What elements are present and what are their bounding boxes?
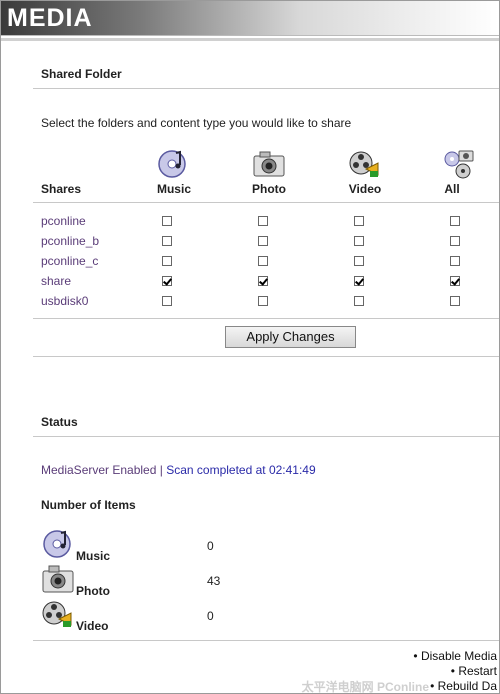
- film-reel-icon: [42, 601, 72, 627]
- share-name: pconline_b: [41, 234, 100, 248]
- camera-icon: [253, 151, 285, 177]
- all-media-icon: [444, 150, 474, 179]
- divider: [33, 88, 499, 89]
- server-state: MediaServer Enabled: [41, 463, 157, 477]
- watermark: 太平洋电脑网 PConline: [301, 680, 429, 694]
- rebuild-database-link[interactable]: • Rebuild Da: [430, 679, 497, 693]
- items-photo-count: 43: [207, 574, 221, 588]
- disable-media-link[interactable]: • Disable Media: [413, 649, 497, 663]
- column-music: Music: [156, 182, 191, 196]
- items-video-count: 0: [207, 609, 214, 623]
- share-checkbox-video[interactable]: [354, 236, 364, 246]
- share-checkbox-photo[interactable]: [258, 236, 268, 246]
- share-name: pconline_c: [41, 254, 99, 268]
- share-checkbox-all[interactable]: [450, 296, 460, 306]
- share-checkbox-video[interactable]: [354, 216, 364, 226]
- items-heading: Number of Items: [41, 498, 136, 512]
- share-name: share: [41, 274, 72, 288]
- share-checkbox-video[interactable]: [354, 276, 364, 286]
- column-video: Video: [348, 182, 382, 196]
- share-checkbox-all[interactable]: [450, 216, 460, 226]
- shared-folder-heading: Shared Folder: [41, 67, 122, 81]
- share-checkbox-photo[interactable]: [258, 256, 268, 266]
- share-checkbox-all[interactable]: [450, 236, 460, 246]
- apply-changes-button[interactable]: Apply Changes: [225, 326, 356, 348]
- share-checkbox-music[interactable]: [162, 276, 172, 286]
- items-photo-label: Photo: [76, 584, 110, 598]
- camera-icon: [42, 565, 74, 593]
- page-header: MEDIA: [1, 1, 499, 36]
- divider: [33, 640, 499, 641]
- status-line: MediaServer Enabled | Scan completed at …: [41, 463, 316, 477]
- share-checkbox-music[interactable]: [162, 256, 172, 266]
- items-music-count: 0: [207, 539, 214, 553]
- divider: [33, 202, 499, 203]
- share-checkbox-photo[interactable]: [258, 296, 268, 306]
- media-page: MEDIA Shared Folder Select the folders a…: [0, 0, 500, 694]
- status-heading: Status: [41, 415, 78, 429]
- share-name: pconline: [41, 214, 86, 228]
- header-underline: [1, 38, 499, 41]
- share-checkbox-video[interactable]: [354, 296, 364, 306]
- share-instruction: Select the folders and content type you …: [41, 116, 352, 130]
- divider: [33, 436, 499, 437]
- shares-column-label: Shares: [41, 182, 82, 196]
- divider: [33, 356, 499, 357]
- share-checkbox-photo[interactable]: [258, 276, 268, 286]
- restart-link[interactable]: • Restart: [451, 664, 497, 678]
- share-checkbox-photo[interactable]: [258, 216, 268, 226]
- share-checkbox-music[interactable]: [162, 216, 172, 226]
- column-all: All: [444, 182, 460, 196]
- items-music-label: Music: [76, 549, 111, 563]
- share-checkbox-music[interactable]: [162, 236, 172, 246]
- status-separator: |: [159, 463, 163, 477]
- music-cd-icon: [158, 150, 186, 178]
- share-checkbox-all[interactable]: [450, 256, 460, 266]
- share-checkbox-all[interactable]: [450, 276, 460, 286]
- film-reel-icon: [349, 151, 379, 177]
- column-photo: Photo: [252, 182, 286, 196]
- share-name: usbdisk0: [41, 294, 89, 308]
- music-cd-icon: [43, 530, 71, 558]
- divider: [33, 318, 499, 319]
- page-title: MEDIA: [7, 4, 93, 32]
- share-checkbox-music[interactable]: [162, 296, 172, 306]
- items-video-label: Video: [76, 619, 109, 633]
- scan-status: Scan completed at 02:41:49: [166, 463, 316, 477]
- share-checkbox-video[interactable]: [354, 256, 364, 266]
